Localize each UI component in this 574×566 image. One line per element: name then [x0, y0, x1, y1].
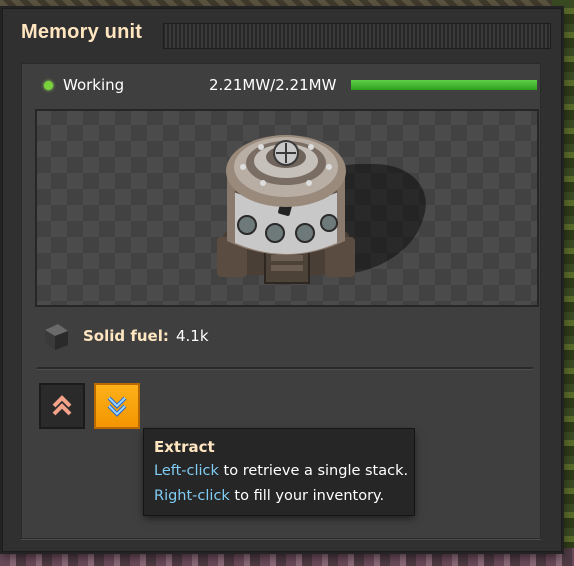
extract-button[interactable]: [94, 383, 140, 429]
window-drag-handle[interactable]: [163, 23, 551, 49]
tooltip-text-right-click: to fill your inventory.: [229, 488, 385, 504]
status-text: Working: [63, 76, 125, 94]
power-bar-fill: [351, 80, 537, 90]
window-titlebar: Memory unit: [3, 9, 561, 55]
tooltip-text-left-click: to retrieve a single stack.: [218, 463, 409, 479]
tooltip-key-left-click: Left-click: [154, 463, 219, 479]
status-row: Working 2.21MW/2.21MW: [21, 73, 541, 97]
entity-preview[interactable]: [35, 109, 539, 307]
status-indicator-icon: [44, 81, 53, 90]
insert-button[interactable]: [39, 383, 85, 429]
tooltip-line-left-click: Left-click to retrieve a single stack.: [154, 463, 408, 479]
double-chevron-down-icon: [107, 396, 127, 417]
solid-fuel-icon[interactable]: [41, 321, 71, 351]
power-bar: [351, 80, 537, 90]
section-divider: [37, 367, 533, 369]
tooltip-key-right-click: Right-click: [154, 488, 230, 504]
tooltip-line-right-click: Right-click to fill your inventory.: [154, 488, 384, 504]
fuel-label: Solid fuel:: [83, 327, 169, 345]
fuel-value: 4.1k: [176, 327, 209, 345]
fuel-row: Solid fuel: 4.1k: [39, 319, 519, 355]
memory-unit-machine-icon: [217, 135, 355, 284]
tooltip-title: Extract: [154, 438, 215, 456]
power-readout: 2.21MW/2.21MW: [209, 76, 337, 94]
extract-tooltip: Extract Left-click to retrieve a single …: [144, 429, 414, 515]
double-chevron-up-icon: [52, 395, 72, 416]
window-title: Memory unit: [21, 21, 143, 43]
